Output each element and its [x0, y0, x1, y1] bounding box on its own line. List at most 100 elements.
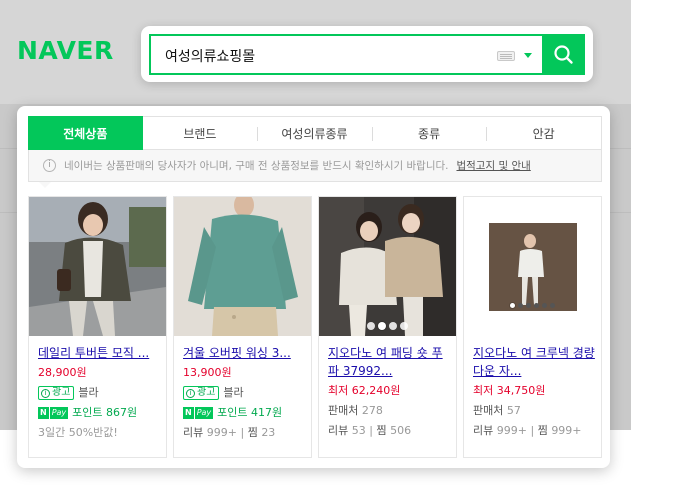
promo-text: 3일간 50%반값!	[38, 426, 118, 439]
zzim-count: 506	[390, 424, 412, 437]
points-text: 포인트 417원	[217, 406, 283, 419]
info-icon: i	[43, 159, 56, 172]
notice-text: 네이버는 상품판매의 당사자가 아니며, 구매 전 상품정보를 반드시 확인하시…	[64, 160, 449, 172]
product-price: 최저 62,240원	[328, 384, 401, 397]
notice-pointer	[39, 182, 51, 188]
seller-name[interactable]: 블라	[78, 385, 98, 401]
review-count: 999+	[496, 424, 527, 437]
product-list: 데일리 투버튼 모직 ... 28,900원 i 광고 블라 N Pay 포인트 8…	[28, 196, 602, 458]
search-input[interactable]: 여성의류쇼핑몰	[149, 34, 542, 75]
legal-notice: i 네이버는 상품판매의 당사자가 아니며, 구매 전 상품정보를 반드시 확인…	[28, 150, 602, 182]
ad-row: i 광고 블라	[38, 385, 160, 401]
promo-row: 3일간 50%반값!	[38, 425, 160, 441]
ad-label: 광고	[197, 387, 216, 398]
carousel-dot[interactable]	[542, 303, 547, 308]
npay-pay: Pay	[194, 407, 214, 419]
image-carousel-dots	[319, 322, 456, 330]
naver-logo[interactable]: NAVER	[17, 36, 114, 65]
ad-row: i 광고 블라	[183, 385, 305, 401]
separator: |	[530, 424, 535, 437]
npay-icon: N Pay	[38, 407, 69, 419]
seller-count: 278	[361, 404, 383, 417]
product-info: 지오다노 여 패딩 숏 푸파 37992... 최저 62,240원 판매처 2…	[328, 344, 450, 439]
product-info: 지오다노 여 크루넥 경량다운 자... 최저 34,750원 판매처 57 리…	[473, 344, 595, 439]
search-button[interactable]	[542, 34, 585, 75]
separator: |	[369, 424, 373, 437]
product-title[interactable]: 지오다노 여 크루넥 경량다운 자...	[473, 344, 595, 380]
points-text: 포인트 867원	[72, 406, 138, 419]
page: NAVER 여성의류쇼핑몰 전체상품 브랜드 여성의류종류 종류 안감 i 네이…	[0, 0, 690, 487]
tab-type[interactable]: 종류	[371, 117, 487, 149]
keyboard-icon[interactable]	[497, 51, 515, 61]
product-card[interactable]: 데일리 투버튼 모직 ... 28,900원 i 광고 블라 N Pay 포인트 8…	[28, 196, 167, 458]
product-image[interactable]	[174, 197, 311, 336]
product-image[interactable]	[464, 197, 601, 336]
legal-notice-link[interactable]: 법적고지 및 안내	[456, 158, 530, 173]
product-info: 데일리 투버튼 모직 ... 28,900원 i 광고 블라 N Pay 포인트 8…	[38, 344, 160, 441]
carousel-dot[interactable]	[526, 303, 531, 308]
product-title[interactable]: 겨울 오버핏 워싱 3...	[183, 344, 305, 362]
zzim-label: 찜	[247, 426, 258, 439]
search-query-text[interactable]: 여성의류쇼핑몰	[165, 46, 255, 66]
review-label: 리뷰	[328, 424, 349, 437]
stats-row: 리뷰 999+ | 찜 999+	[473, 423, 595, 439]
search-icon	[554, 45, 573, 64]
product-card[interactable]: 겨울 오버핏 워싱 3... 13,900원 i 광고 블라 N Pay 포인트 4…	[173, 196, 312, 458]
zzim-label: 찜	[376, 424, 387, 437]
seller-label: 판매처	[328, 404, 359, 417]
product-card[interactable]: 지오다노 여 크루넥 경량다운 자... 최저 34,750원 판매처 57 리…	[463, 196, 602, 458]
product-price: 13,900원	[183, 366, 232, 379]
stats-row: 리뷰 53 | 찜 506	[328, 423, 450, 439]
ad-badge[interactable]: i 광고	[183, 386, 220, 400]
image-carousel-dots	[464, 303, 601, 308]
carousel-dot[interactable]	[518, 303, 523, 308]
ad-badge[interactable]: i 광고	[38, 386, 75, 400]
carousel-dot[interactable]	[550, 303, 555, 308]
zzim-count: 999+	[551, 424, 582, 437]
carousel-dot[interactable]	[534, 303, 539, 308]
zzim-label: 찜	[537, 424, 548, 437]
carousel-dot[interactable]	[378, 322, 386, 330]
npay-n: N	[183, 407, 194, 419]
autocomplete-panel: 전체상품 브랜드 여성의류종류 종류 안감 i 네이버는 상품판매의 당사자가 …	[17, 106, 610, 468]
carousel-dot[interactable]	[510, 303, 515, 308]
product-image[interactable]	[29, 197, 166, 336]
search-bar: 여성의류쇼핑몰	[141, 26, 593, 82]
seller-label: 판매처	[473, 404, 504, 417]
tab-lining[interactable]: 안감	[486, 117, 601, 149]
product-title[interactable]: 지오다노 여 패딩 숏 푸파 37992...	[328, 344, 450, 380]
tab-brand[interactable]: 브랜드	[143, 117, 258, 149]
npay-icon: N Pay	[183, 407, 214, 419]
tab-all-products[interactable]: 전체상품	[28, 116, 143, 150]
npay-row: N Pay 포인트 417원	[183, 405, 305, 421]
tab-womens-clothing-type[interactable]: 여성의류종류	[257, 117, 372, 149]
npay-row: N Pay 포인트 867원	[38, 405, 160, 421]
seller-name[interactable]: 블라	[223, 385, 243, 401]
review-count: 53	[351, 424, 366, 437]
seller-count: 57	[506, 404, 521, 417]
carousel-dot[interactable]	[367, 322, 375, 330]
separator: |	[240, 426, 245, 439]
product-card[interactable]: 지오다노 여 패딩 숏 푸파 37992... 최저 62,240원 판매처 2…	[318, 196, 457, 458]
caret-down-icon[interactable]	[524, 53, 532, 58]
review-label: 리뷰	[183, 426, 204, 439]
seller-row: 판매처 57	[473, 403, 595, 419]
product-image[interactable]	[319, 197, 456, 336]
npay-n: N	[38, 407, 49, 419]
ad-info-icon: i	[41, 388, 50, 398]
category-tabs: 전체상품 브랜드 여성의류종류 종류 안감	[28, 116, 602, 150]
product-price: 최저 34,750원	[473, 384, 546, 397]
carousel-dot[interactable]	[400, 322, 408, 330]
review-label: 리뷰	[473, 424, 494, 437]
review-count: 999+	[206, 426, 237, 439]
ad-label: 광고	[52, 387, 71, 398]
product-title[interactable]: 데일리 투버튼 모직 ...	[38, 344, 160, 362]
npay-pay: Pay	[49, 407, 69, 419]
zzim-count: 23	[261, 426, 276, 439]
seller-row: 판매처 278	[328, 403, 450, 419]
ad-info-icon: i	[186, 388, 195, 398]
carousel-dot[interactable]	[389, 322, 397, 330]
stats-row: 리뷰 999+ | 찜 23	[183, 425, 305, 441]
product-info: 겨울 오버핏 워싱 3... 13,900원 i 광고 블라 N Pay 포인트 4…	[183, 344, 305, 441]
product-price: 28,900원	[38, 366, 87, 379]
